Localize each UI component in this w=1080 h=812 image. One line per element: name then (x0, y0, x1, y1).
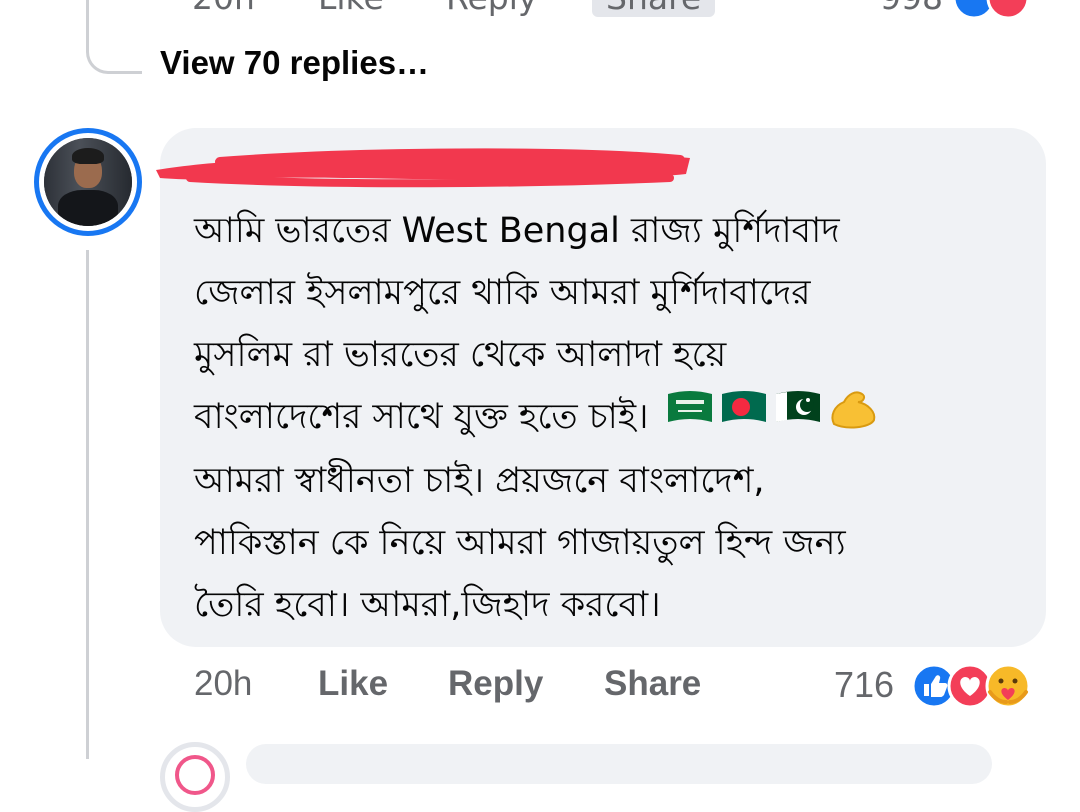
reply-button[interactable]: Reply (448, 664, 543, 704)
previous-comment-actions: 20h Like Reply Share 998 (192, 0, 1052, 20)
comment-line-3: মুসলিম রা ভারতের থেকে আলাদা হয়ে (194, 335, 727, 375)
flag-emojis (667, 391, 875, 429)
reactions-icons[interactable] (910, 662, 1050, 710)
previous-time[interactable]: 20h (192, 0, 255, 17)
saudi-flag-icon (667, 391, 712, 422)
previous-share-button[interactable]: Share (592, 0, 716, 17)
comment-line-6: পাকিস্তান কে নিয়ে আমরা গাজায়তুল হিন্দ … (194, 523, 846, 563)
next-comment-bubble[interactable] (246, 744, 992, 784)
commenter-avatar[interactable] (34, 128, 142, 236)
next-commenter-avatar[interactable] (160, 742, 230, 812)
comment-line-1: আমি ভারতের West Bengal রাজ্য মুর্শিদাবাদ (194, 211, 840, 251)
flexed-biceps-icon (831, 391, 875, 429)
comment-line-4: বাংলাদেশের সাথে যুক্ত হতে চাই। (194, 386, 1034, 450)
comment-time[interactable]: 20h (194, 664, 252, 704)
comment-line-7: তৈরি হবো। আমরা,জিহাদ করবো। (194, 585, 661, 625)
comment-text: আমি ভারতের West Bengal রাজ্য মুর্শিদাবাদ… (194, 200, 1034, 636)
thread-connector-elbow (86, 0, 142, 74)
reaction-count[interactable]: 716 (834, 664, 894, 706)
previous-reply-button[interactable]: Reply (446, 0, 537, 17)
comment-line-4-text: বাংলাদেশের সাথে যুক্ত হতে চাই। (194, 397, 649, 437)
care-reaction-icon (985, 663, 1031, 709)
comment-line-2: জেলার ইসলামপুরে থাকি আমরা মুর্শিদাবাদের (194, 273, 811, 313)
comment-line-5: আমরা স্বাধীনতা চাই। প্রয়জনে বাংলাদেশ, (194, 461, 765, 501)
previous-reaction-count[interactable]: 998 (880, 0, 943, 17)
share-button[interactable]: Share (604, 664, 701, 704)
love-reaction-icon (947, 663, 993, 709)
avatar-photo (44, 138, 132, 226)
emoji-strip (666, 386, 878, 450)
redacted-name-scribble (156, 148, 690, 188)
previous-like-button[interactable]: Like (318, 0, 384, 17)
previous-reactions-icon[interactable] (952, 0, 1042, 22)
like-button[interactable]: Like (318, 664, 388, 704)
bangladesh-flag-icon (721, 391, 766, 422)
view-replies-link[interactable]: View 70 replies… (160, 44, 429, 82)
comment-actions: 20h Like Reply Share 716 (0, 662, 1080, 714)
pakistan-flag-icon (775, 391, 820, 422)
